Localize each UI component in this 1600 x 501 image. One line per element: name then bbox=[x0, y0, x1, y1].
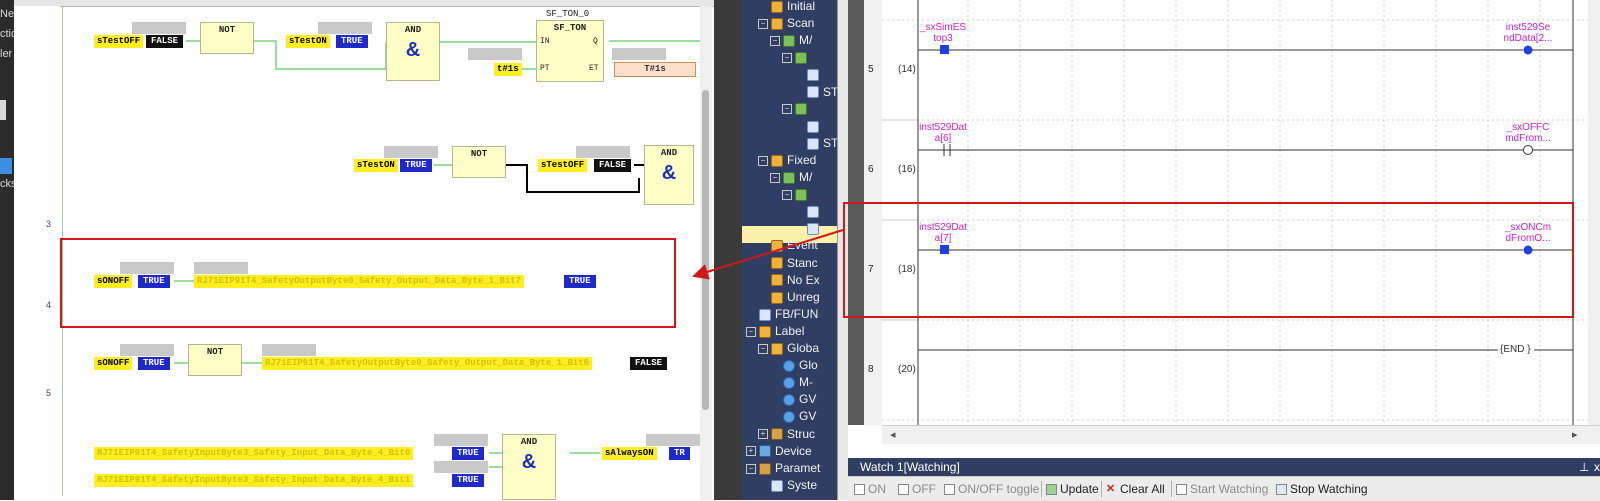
annotation-arrow bbox=[692, 229, 844, 280]
